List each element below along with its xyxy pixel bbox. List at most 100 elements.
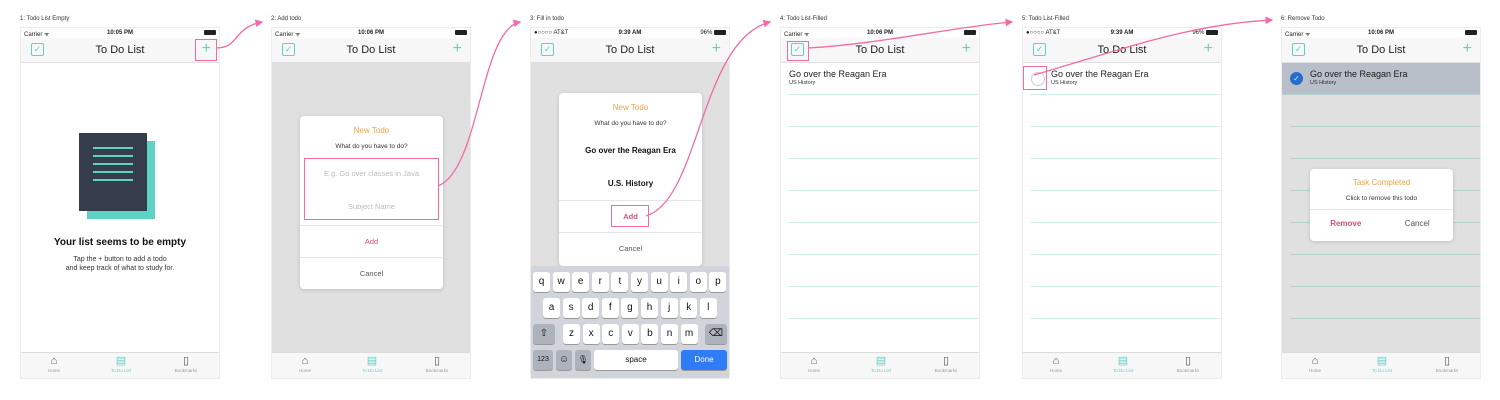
nav-bar: ✓ To Do List + (272, 38, 470, 63)
todo-row[interactable]: Go over the Reagan Era US History (789, 63, 979, 95)
status-bar: Carrier ᯤ 10:05 PM (21, 28, 219, 38)
todo-row[interactable]: Go over the Reagan Era US History (1031, 63, 1221, 95)
dialog-subtitle: What do you have to do? (594, 120, 667, 127)
tab-bookmarks[interactable]: ▯ Bookmarks (417, 355, 457, 373)
flow-arrows (215, 16, 1274, 217)
tab-label: Home (807, 368, 820, 373)
key-h[interactable]: h (641, 298, 658, 318)
tab-bookmarks[interactable]: ▯ Bookmarks (926, 355, 966, 373)
page-title: To Do List (855, 44, 905, 56)
bookmark-icon: ▯ (1184, 355, 1192, 367)
empty-hint-line2: and keep track of what to study for. (65, 265, 175, 272)
done-key[interactable]: Done (681, 350, 727, 370)
status-bar: ●○○○○ AT&T 9:39 AM 96% (1023, 28, 1221, 38)
key-y[interactable]: y (631, 272, 648, 292)
key-f[interactable]: f (601, 298, 619, 318)
status-bar: ●○○○○ AT&T 9:39 AM 96% (531, 28, 729, 38)
tab-todo-list[interactable]: ▤ To Do List (101, 355, 141, 373)
add-todo-button[interactable]: + (962, 40, 971, 58)
keyboard: q w e r t y u i o p a s d f g h j k l ⇧ z x c v b n m ⌫ 123 ☺ 🎙 space Do… (531, 266, 729, 378)
tab-todo-list[interactable]: ▤ To Do List (1362, 355, 1402, 373)
tab-label: Bookmarks (174, 368, 198, 373)
cancel-button[interactable]: Cancel (300, 257, 443, 289)
tab-home[interactable]: ⌂ Home (285, 355, 325, 373)
tab-home[interactable]: ⌂ Home (794, 355, 834, 373)
key-m[interactable]: m (680, 324, 698, 344)
key-i[interactable]: i (670, 272, 688, 292)
key-p[interactable]: p (709, 272, 727, 292)
key-x[interactable]: x (582, 324, 600, 344)
nav-bar: ✓ To Do List + (1282, 38, 1480, 63)
tab-home[interactable]: ⌂ Home (1295, 355, 1335, 373)
tab-todo-list[interactable]: ▤ To Do List (352, 355, 392, 373)
key-k[interactable]: k (680, 298, 698, 318)
key-t[interactable]: t (611, 272, 629, 292)
remove-button[interactable]: Remove (1310, 219, 1382, 228)
tab-bookmarks[interactable]: ▯ Bookmarks (1427, 355, 1467, 373)
empty-row (1031, 159, 1221, 191)
dialog-title: New Todo (612, 103, 649, 112)
dialog-subtitle: Click to remove this todo (1345, 195, 1418, 202)
todo-task-input[interactable]: E.g. Go over classes in Java (300, 169, 443, 178)
shift-key[interactable]: ⇧ (533, 324, 555, 344)
space-key[interactable]: space (594, 350, 678, 370)
tab-bar: ⌂ Home ▤ To Do List ▯ Bookmarks (21, 352, 219, 378)
empty-row (1031, 223, 1221, 255)
page-title: To Do List (346, 44, 396, 56)
new-todo-dialog: New Todo What do you have to do? Go over… (559, 93, 702, 266)
key-a[interactable]: a (543, 298, 560, 318)
key-d[interactable]: d (582, 298, 600, 318)
key-s[interactable]: s (562, 298, 580, 318)
emoji-key[interactable]: ☺ (556, 350, 572, 370)
key-r[interactable]: r (591, 272, 609, 292)
tab-label: To Do List (870, 368, 891, 373)
clock: 9:39 AM (1110, 30, 1134, 36)
dialog-subtitle: What do you have to do? (335, 143, 408, 150)
key-c[interactable]: c (602, 324, 620, 344)
todo-task-input[interactable]: Go over the Reagan Era (559, 146, 702, 155)
caption-4: 4: Todo List-Filled (780, 16, 827, 22)
numbers-key[interactable]: 123 (533, 350, 553, 370)
tab-home[interactable]: ⌂ Home (34, 355, 74, 373)
key-v[interactable]: v (621, 324, 639, 344)
empty-row (789, 127, 979, 159)
key-u[interactable]: u (650, 272, 668, 292)
screen-todo-filled-circle: ●○○○○ AT&T 9:39 AM 96% ✓ To Do List + Go… (1022, 27, 1222, 379)
mic-icon[interactable]: 🎙 (575, 350, 591, 370)
tab-todo-list[interactable]: ▤ To Do List (1103, 355, 1143, 373)
tab-bookmarks[interactable]: ▯ Bookmarks (1168, 355, 1208, 373)
add-button[interactable]: Add (300, 225, 443, 257)
add-todo-button[interactable]: + (712, 40, 721, 58)
highlight-box (611, 205, 649, 227)
dialog-title: Task Completed (1352, 178, 1411, 187)
key-g[interactable]: g (621, 298, 639, 318)
tab-todo-list[interactable]: ▤ To Do List (861, 355, 901, 373)
add-todo-button[interactable]: + (1204, 40, 1213, 58)
empty-row (1031, 127, 1221, 159)
key-n[interactable]: n (661, 324, 678, 344)
key-e[interactable]: e (572, 272, 590, 292)
key-l[interactable]: l (699, 298, 717, 318)
battery-icon (1465, 30, 1477, 35)
key-z[interactable]: z (563, 324, 580, 344)
subject-input[interactable]: U.S. History (559, 179, 702, 188)
key-w[interactable]: w (552, 272, 570, 292)
clock: 9:39 AM (618, 30, 642, 36)
cancel-button[interactable]: Cancel (559, 232, 702, 264)
key-q[interactable]: q (533, 272, 550, 292)
key-j[interactable]: j (660, 298, 678, 318)
house-icon: ⌂ (301, 355, 309, 367)
add-todo-button[interactable]: + (1463, 40, 1472, 58)
tab-home[interactable]: ⌂ Home (1036, 355, 1076, 373)
house-icon: ⌂ (810, 355, 818, 367)
key-o[interactable]: o (689, 272, 707, 292)
cancel-button[interactable]: Cancel (1382, 219, 1454, 228)
empty-row (1031, 255, 1221, 287)
tab-label: To Do List (1112, 368, 1133, 373)
key-b[interactable]: b (641, 324, 659, 344)
subject-input[interactable]: Subject Name (300, 202, 443, 211)
delete-key[interactable]: ⌫ (705, 324, 727, 344)
add-todo-button[interactable]: + (453, 40, 462, 58)
clock: 10:06 PM (866, 30, 893, 36)
tab-bookmarks[interactable]: ▯ Bookmarks (166, 355, 206, 373)
